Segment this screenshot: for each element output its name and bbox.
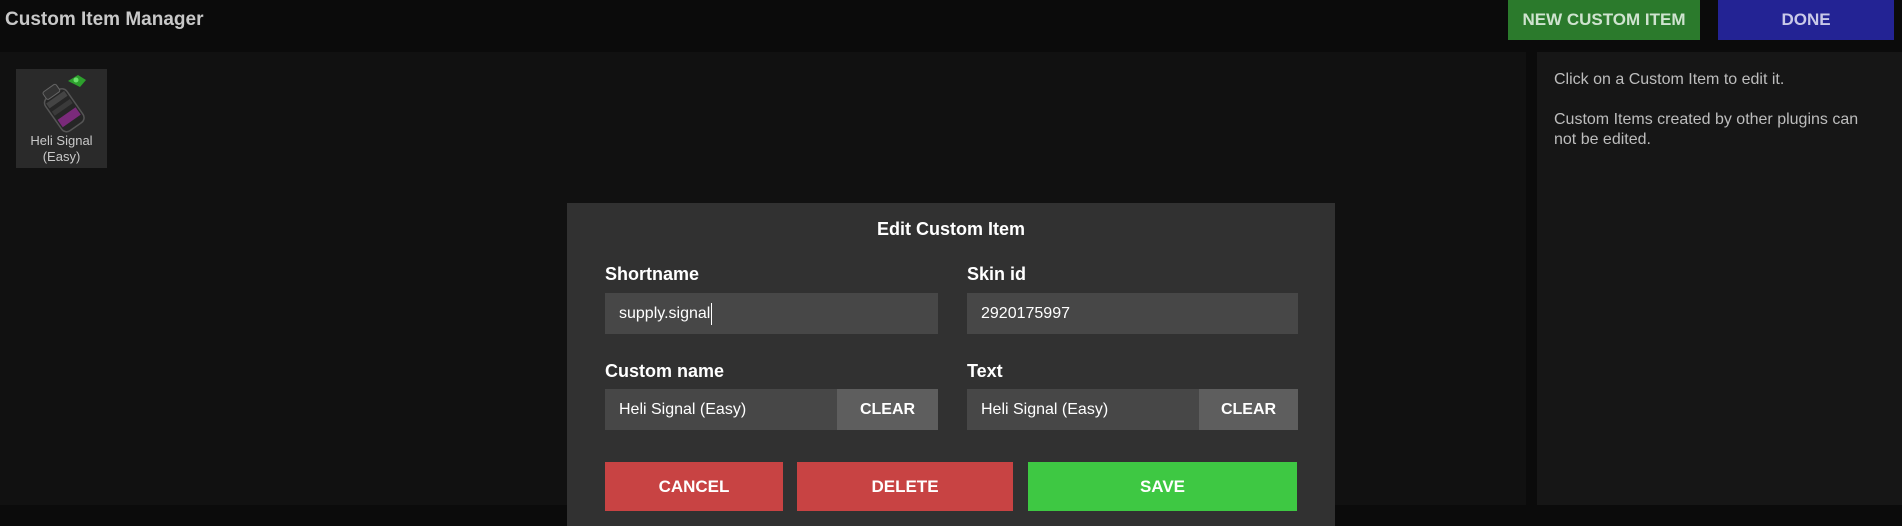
sidebar-text: Click on a Custom Item to edit it. Custo… — [1554, 70, 1874, 170]
cancel-button[interactable]: CANCEL — [605, 462, 783, 511]
shortname-label: Shortname — [605, 264, 700, 284]
custom-name-input[interactable]: Heli Signal (Easy) — [605, 389, 837, 430]
info-sidebar: Click on a Custom Item to edit it. Custo… — [1537, 52, 1902, 505]
save-button[interactable]: SAVE — [1028, 462, 1297, 511]
edit-custom-item-dialog: Edit Custom Item Shortname supply.signal… — [567, 203, 1335, 526]
custom-name-label: Custom name — [605, 361, 725, 381]
top-bar: Custom Item Manager NEW CUSTOM ITEM DONE — [0, 0, 1902, 50]
skin-id-label: Skin id — [967, 264, 1027, 284]
skin-id-input[interactable]: 2920175997 — [967, 293, 1298, 334]
text-value: Heli Signal (Easy) — [981, 400, 1109, 418]
sidebar-note: Custom Items created by other plugins ca… — [1554, 111, 1859, 148]
shortname-input[interactable]: supply.signal — [605, 293, 938, 334]
shortname-value: supply.signal — [619, 304, 711, 322]
skin-id-value: 2920175997 — [981, 304, 1070, 322]
app-title: Custom Item Manager — [5, 9, 204, 30]
done-button[interactable]: DONE — [1718, 0, 1894, 40]
delete-button[interactable]: DELETE — [797, 462, 1013, 511]
custom-name-clear-button[interactable]: CLEAR — [837, 389, 938, 430]
dialog-title: Edit Custom Item — [876, 219, 1025, 239]
custom-item-label: Heli Signal (Easy) — [16, 133, 107, 165]
text-input[interactable]: Heli Signal (Easy) — [967, 389, 1199, 430]
new-custom-item-button[interactable]: NEW CUSTOM ITEM — [1508, 0, 1700, 40]
text-label: Text — [967, 361, 1003, 381]
supply-signal-grenade-icon — [42, 75, 86, 133]
text-clear-button[interactable]: CLEAR — [1199, 389, 1298, 430]
custom-item-label-line1: Heli Signal — [30, 133, 93, 148]
sidebar-hint: Click on a Custom Item to edit it. — [1554, 71, 1785, 88]
custom-name-value: Heli Signal (Easy) — [619, 400, 747, 418]
custom-item-label-line2: (Easy) — [42, 149, 81, 164]
items-panel: Heli Signal (Easy) Edit Custom Item Shor… — [0, 52, 1526, 526]
custom-item-tile[interactable]: Heli Signal (Easy) — [16, 69, 107, 168]
text-caret — [711, 302, 713, 325]
